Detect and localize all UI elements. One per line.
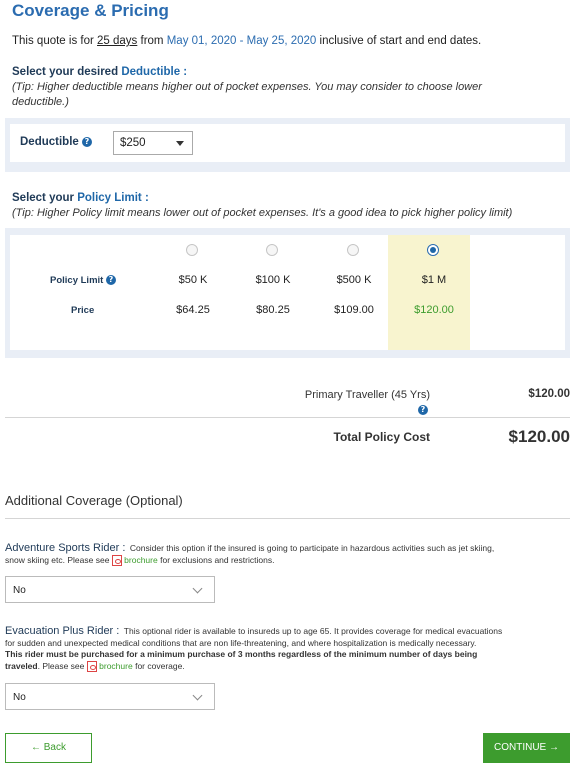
evacuation-rider-description: Evacuation Plus Rider : This optional ri… [5,624,571,637]
policy-option-price: $80.25 [256,304,290,316]
evacuation-rider-text-line4: traveled. Please see brochure for covera… [5,660,185,673]
quote-dates: May 01, 2020 - May 25, 2020 [166,35,317,47]
adventure-text-suffix: for exclusions and restrictions. [160,555,275,565]
policy-option-price: $109.00 [334,304,374,316]
deductible-label-text: Deductible [20,136,79,148]
policy-option-radio-500k[interactable] [347,244,359,256]
quote-prefix: This quote is for [12,35,94,47]
policy-panel: Policy Limit ? Price $50 K $64.25 $100 K… [5,228,570,358]
deductible-title-highlight: Deductible : [121,66,188,78]
quote-suffix: inclusive of start and end dates. [319,35,482,47]
deductible-title-prefix: Select your desired [12,66,119,78]
policy-option-limit: $1 M [421,274,447,286]
total-amount: $120.00 [508,427,570,446]
divider [5,518,570,519]
policy-option-radio-100k[interactable] [266,244,278,256]
deductible-tip-line1: (Tip: Higher deductible means higher out… [12,81,482,93]
evacuation-rider-select[interactable]: No [5,683,215,710]
policy-section-title: Select your Policy Limit : [12,192,149,204]
pdf-icon [111,555,122,567]
evacuation-rider-bold-line: This rider must be purchased for a minim… [5,649,478,659]
deductible-tip-line2: deductible.) [12,96,69,108]
deductible-section-title: Select your desired Deductible : [12,66,187,78]
chevron-down-icon [192,583,203,594]
traveller-amount: $120.00 [528,388,570,400]
evacuation-text-prefix: . Please see [37,661,85,671]
additional-coverage-title: Additional Coverage (Optional) [5,493,183,508]
policy-option-limit: $50 K [178,274,208,286]
brochure-link[interactable]: brochure [99,661,133,671]
divider [5,417,570,418]
adventure-rider-text: Consider this option if the insured is g… [129,543,495,553]
quote-days: 25 days [97,35,138,47]
deductible-panel: Deductible ? $250 [5,118,570,172]
caret-down-icon [176,141,184,146]
policy-table: Policy Limit ? Price $50 K $64.25 $100 K… [10,235,565,350]
policy-option-radio-50k[interactable] [186,244,198,256]
adventure-text-prefix: snow skiing etc. Please see [5,555,110,565]
policy-option-price: $64.25 [176,304,210,316]
continue-button[interactable]: CONTINUE → [483,733,570,763]
policy-limit-row-label: Policy Limit ? [50,275,116,286]
policy-title-highlight: Policy Limit : [77,192,149,204]
brochure-link[interactable]: brochure [124,555,158,565]
policy-tip: (Tip: Higher Policy limit means lower ou… [12,207,513,219]
adventure-rider-title: Adventure Sports Rider : [5,542,126,554]
page-title: Coverage & Pricing [12,1,169,20]
total-label: Total Policy Cost [333,430,430,444]
policy-option-limit: $500 K [336,274,372,286]
deductible-select[interactable]: $250 [113,131,193,155]
chevron-down-icon [192,690,203,701]
evacuation-text-suffix: for coverage. [135,661,185,671]
policy-option-radio-1m[interactable] [427,244,439,256]
evacuation-rider-value: No [13,692,26,703]
deductible-panel-inner: Deductible ? $250 [10,124,565,162]
adventure-rider-description: Adventure Sports Rider : Consider this o… [5,541,571,554]
quote-summary: This quote is for 25 days from May 01, 2… [12,35,481,47]
policy-option-price-selected: $120.00 [414,304,454,316]
evacuation-rider-text: This optional rider is available to insu… [123,626,503,636]
evacuation-bold-traveled: traveled [5,661,38,671]
back-button[interactable]: ← Back [5,733,92,763]
policy-limit-label-text: Policy Limit [50,275,104,286]
pdf-icon [86,661,97,673]
help-icon[interactable]: ? [82,136,92,147]
policy-title-prefix: Select your [12,192,74,204]
quote-from: from [140,35,164,47]
traveller-label: Primary Traveller (45 Yrs) [304,389,430,401]
adventure-rider-value: No [13,585,26,596]
deductible-tip: (Tip: Higher deductible means higher out… [12,80,568,110]
adventure-rider-select[interactable]: No [5,576,215,603]
help-icon[interactable]: ? [418,405,428,415]
evacuation-rider-title: Evacuation Plus Rider : [5,625,120,637]
deductible-selected-value: $250 [120,137,146,149]
deductible-label: Deductible ? [20,136,92,148]
help-icon[interactable]: ? [105,275,116,286]
price-row-label: Price [71,305,95,316]
policy-option-limit: $100 K [255,274,291,286]
adventure-rider-text-line2: snow skiing etc. Please see brochure for… [5,554,275,567]
